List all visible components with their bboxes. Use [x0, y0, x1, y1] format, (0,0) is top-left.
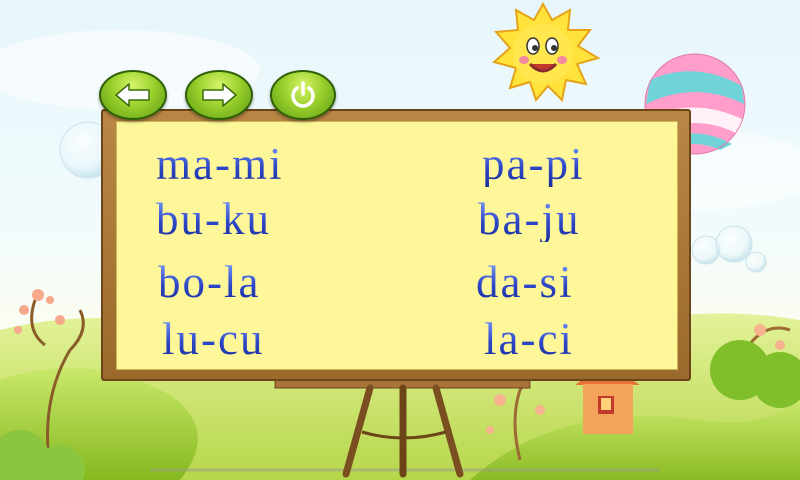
syllable-word[interactable]: la-ci — [484, 317, 574, 362]
arrow-right-icon — [202, 83, 237, 107]
power-button[interactable] — [270, 70, 336, 120]
arrow-left-icon — [115, 83, 150, 107]
syllable-word[interactable]: bo-la — [158, 260, 260, 305]
syllable-word[interactable]: da-si — [476, 260, 573, 305]
next-button[interactable] — [185, 70, 253, 120]
syllable-word[interactable]: lu-cu — [162, 317, 264, 362]
syllable-word[interactable]: ba-ju — [478, 197, 580, 242]
game-screen: ma-mi pa-pi bu-ku ba-ju bo-la da-si lu-c… — [0, 0, 800, 480]
syllable-word[interactable]: pa-pi — [482, 142, 584, 187]
power-icon — [291, 81, 315, 108]
back-button[interactable] — [99, 70, 167, 120]
syllable-word[interactable]: bu-ku — [156, 197, 271, 242]
syllable-word[interactable]: ma-mi — [156, 142, 283, 187]
